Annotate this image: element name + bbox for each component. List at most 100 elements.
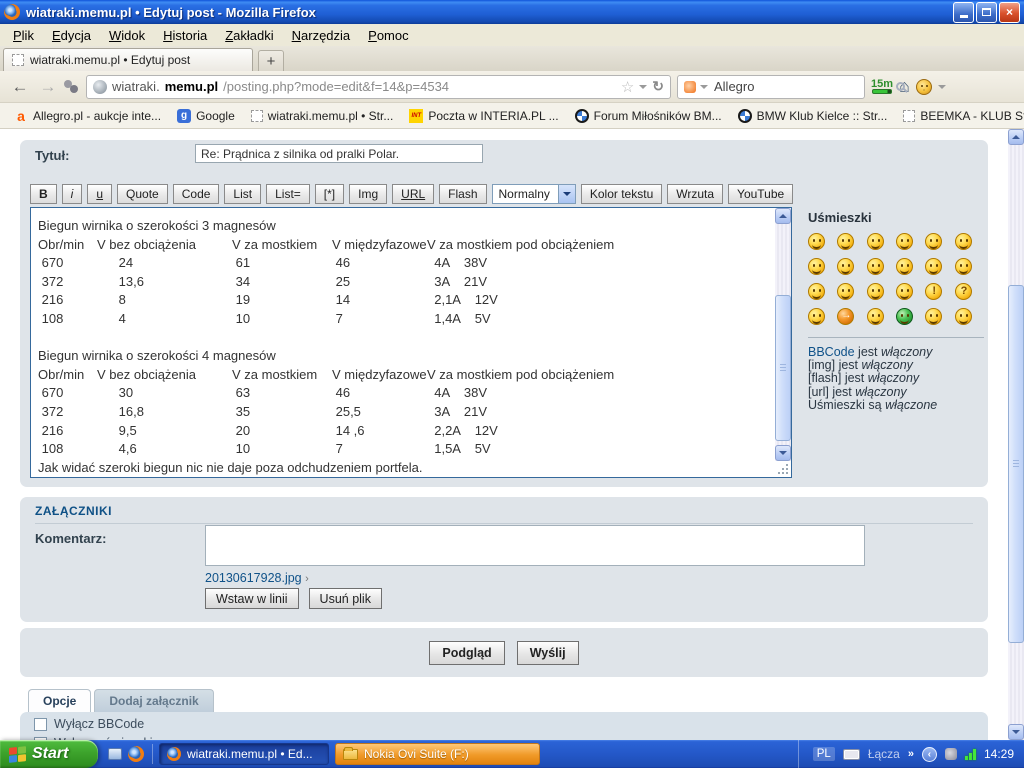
menu-item[interactable]: Pomoc (359, 26, 417, 45)
editor-scrollbar[interactable] (775, 208, 791, 461)
bbcode-button[interactable]: YouTube (728, 184, 793, 204)
bookmark-star-icon[interactable]: ☆ (621, 78, 634, 96)
smiley-icon[interactable] (867, 233, 884, 250)
smiley-icon[interactable] (867, 308, 884, 325)
smiley-icon[interactable] (808, 308, 825, 325)
smiley-icon[interactable] (808, 283, 825, 300)
smiley-icon[interactable] (896, 233, 913, 250)
scroll-thumb[interactable] (1008, 285, 1024, 643)
smiley-icon[interactable] (808, 258, 825, 275)
search-box[interactable] (677, 75, 865, 99)
bookmark-item[interactable]: a Allegro.pl - aukcje inte... (8, 107, 167, 125)
smiley-icon[interactable] (867, 283, 884, 300)
bbcode-button[interactable]: Wrzuta (667, 184, 723, 204)
bookmark-item[interactable]: BMW Klub Kielce :: Str... (732, 107, 894, 125)
close-button[interactable]: × (999, 2, 1020, 23)
smiley-icon[interactable] (925, 308, 942, 325)
scroll-up-icon[interactable] (775, 208, 791, 224)
menu-item[interactable]: Edycja (43, 26, 100, 45)
smiley-icon[interactable] (896, 283, 913, 300)
smiley-icon[interactable] (925, 258, 942, 275)
attachment-file-link[interactable]: 20130617928.jpg (205, 571, 302, 585)
search-engine-dropdown-icon[interactable] (700, 85, 708, 93)
firefox-launch-icon[interactable] (128, 746, 144, 762)
bookmark-item[interactable]: INT Poczta w INTERIA.PL ... (403, 107, 564, 125)
bookmark-item[interactable]: g Google (171, 107, 241, 125)
option-checkbox[interactable] (34, 718, 47, 731)
insert-inline-button[interactable]: Wstaw w linii (205, 588, 299, 609)
volume-icon[interactable] (945, 748, 957, 760)
browser-scrollbar[interactable] (1008, 129, 1024, 740)
smiley-icon[interactable] (837, 283, 854, 300)
scroll-down-icon[interactable] (1008, 724, 1024, 740)
smiley-icon[interactable] (955, 258, 972, 275)
bbcode-button[interactable]: List= (266, 184, 310, 204)
bbcode-button[interactable]: Flash (439, 184, 486, 204)
start-button[interactable]: Start (0, 740, 98, 768)
smiley-icon[interactable] (837, 233, 854, 250)
toolbar-chevron-icon[interactable]: » (908, 748, 914, 760)
bbcode-button[interactable]: Kolor tekstu (581, 184, 662, 204)
bbcode-button[interactable]: B (30, 184, 57, 204)
scroll-down-icon[interactable] (775, 445, 791, 461)
smiley-icon[interactable] (955, 283, 972, 300)
addon-monkey-icon[interactable] (916, 79, 932, 95)
bbcode-help-link[interactable]: BBCode (808, 345, 855, 359)
smiley-icon[interactable] (896, 308, 913, 325)
toolbar-overflow-icon[interactable] (938, 85, 946, 93)
bbcode-button[interactable]: [*] (315, 184, 344, 204)
wireless-icon[interactable] (965, 749, 976, 760)
bbcode-button[interactable]: Quote (117, 184, 168, 204)
smiley-icon[interactable] (955, 308, 972, 325)
menu-item[interactable]: Zakładki (216, 26, 282, 45)
smiley-icon[interactable] (925, 233, 942, 250)
menu-item[interactable]: Plik (4, 26, 43, 45)
options-tab[interactable]: Opcje (28, 689, 91, 712)
comment-textarea[interactable] (205, 525, 865, 566)
forward-button[interactable]: → (38, 77, 58, 97)
bbcode-button[interactable]: List (224, 184, 261, 204)
smiley-icon[interactable] (837, 258, 854, 275)
language-indicator[interactable]: PL (813, 747, 835, 761)
taskbar-task-button[interactable]: Nokia Ovi Suite (F:) (335, 743, 540, 765)
bookmark-item[interactable]: BEEMKA - KLUB Stron... (897, 107, 1024, 125)
taskbar-clock[interactable]: 14:29 (984, 747, 1014, 761)
menu-item[interactable]: Historia (154, 26, 216, 45)
timer-addon-button[interactable]: 15m (871, 79, 893, 94)
bbcode-button[interactable]: Code (173, 184, 220, 204)
smiley-icon[interactable] (837, 308, 854, 325)
tray-collapse-icon[interactable]: ‹ (922, 747, 937, 762)
keyboard-icon[interactable] (843, 749, 860, 760)
search-input[interactable] (712, 78, 892, 95)
new-tab-button[interactable]: + (258, 50, 284, 71)
tab-groups-icon[interactable] (64, 80, 80, 94)
options-tab[interactable]: Dodaj załącznik (94, 689, 213, 712)
attachment-expand-icon[interactable]: › (305, 573, 309, 585)
smiley-icon[interactable] (955, 233, 972, 250)
search-magnifier-icon[interactable] (896, 82, 905, 91)
url-dropdown-icon[interactable] (639, 85, 647, 93)
url-bar[interactable]: wiatraki.memu.pl/posting.php?mode=edit&f… (86, 75, 671, 99)
reload-icon[interactable]: ↻ (652, 78, 664, 95)
bbcode-button[interactable]: URL (392, 184, 434, 204)
bookmark-item[interactable]: wiatraki.memu.pl • Str... (245, 107, 400, 125)
title-input[interactable] (195, 144, 483, 163)
show-desktop-icon[interactable] (108, 748, 122, 760)
taskbar-task-button[interactable]: wiatraki.memu.pl • Ed... (159, 743, 329, 765)
bbcode-button[interactable]: i (62, 184, 83, 204)
menu-item[interactable]: Widok (100, 26, 154, 45)
menu-item[interactable]: Narzędzia (283, 26, 360, 45)
submit-button[interactable]: Wyślij (517, 641, 579, 665)
search-engine-icon[interactable] (684, 81, 696, 93)
scroll-up-icon[interactable] (1008, 129, 1024, 145)
resize-grip-icon[interactable] (776, 462, 790, 476)
bbcode-button[interactable]: u (87, 184, 112, 204)
smiley-icon[interactable] (808, 233, 825, 250)
font-size-select[interactable]: Normalny (492, 184, 576, 204)
browser-tab[interactable]: wiatraki.memu.pl • Edytuj post (3, 48, 253, 71)
delete-file-button[interactable]: Usuń plik (309, 588, 382, 609)
minimize-button[interactable] (953, 2, 974, 23)
smiley-icon[interactable] (867, 258, 884, 275)
smiley-icon[interactable] (896, 258, 913, 275)
back-button[interactable]: ← (8, 77, 32, 97)
